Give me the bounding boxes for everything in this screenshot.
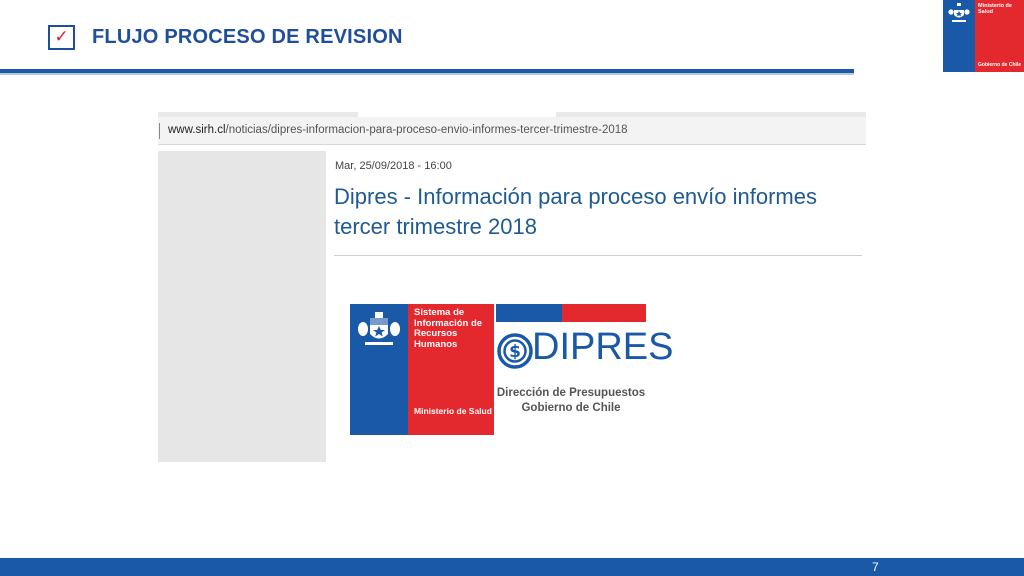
dipres-subtitle-line2: Gobierno de Chile bbox=[521, 402, 621, 414]
url-domain: www.sirh.cl bbox=[168, 124, 226, 136]
dipres-logo-blue-bar bbox=[496, 304, 562, 322]
sirh-logo: Sistema de Información de Recursos Human… bbox=[350, 304, 494, 435]
address-bar-url: www.sirh.cl/noticias/dipres-informacion-… bbox=[168, 124, 628, 136]
ministry-logo: Ministerio de Salud Gobierno de Chile bbox=[943, 0, 1024, 72]
title-divider-shadow bbox=[0, 73, 854, 75]
svg-text:$: $ bbox=[509, 342, 521, 362]
ministry-logo-government: Gobierno de Chile bbox=[978, 62, 1022, 68]
ministry-logo-name: Ministerio de Salud bbox=[978, 3, 1012, 15]
dipres-logo-red-bar bbox=[562, 304, 646, 322]
post-date: Mar, 25/09/2018 - 16:00 bbox=[335, 160, 452, 172]
slide-title: FLUJO PROCESO DE REVISION bbox=[92, 26, 403, 48]
dipres-subtitle: Dirección de Presupuestos Gobierno de Ch… bbox=[496, 386, 646, 416]
coat-of-arms-icon bbox=[358, 312, 400, 345]
dipres-dollar-icon: $ bbox=[497, 333, 533, 369]
sirh-logo-name: Sistema de Información de Recursos Human… bbox=[414, 307, 483, 350]
url-path: /noticias/dipres-informacion-para-proces… bbox=[225, 124, 628, 136]
footer-bar bbox=[0, 558, 1024, 576]
post-divider bbox=[334, 255, 862, 256]
page-number: 7 bbox=[872, 560, 879, 574]
website-screenshot: www.sirh.cl/noticias/dipres-informacion-… bbox=[158, 112, 866, 462]
dipres-wordmark: DIPRES bbox=[532, 326, 674, 368]
address-bar-divider bbox=[159, 123, 160, 139]
address-bar[interactable]: www.sirh.cl/noticias/dipres-informacion-… bbox=[158, 117, 866, 145]
dipres-logo: $ DIPRES Dirección de Presupuestos Gobie… bbox=[496, 304, 673, 424]
sidebar-panel bbox=[158, 151, 326, 462]
post-title: Dipres - Información para proceso envío … bbox=[334, 184, 817, 239]
dipres-subtitle-line1: Dirección de Presupuestos bbox=[496, 387, 646, 399]
check-icon: ✓ bbox=[48, 25, 75, 50]
coat-of-arms-icon bbox=[948, 3, 970, 22]
sirh-logo-ministry: Ministerio de Salud bbox=[414, 406, 492, 416]
